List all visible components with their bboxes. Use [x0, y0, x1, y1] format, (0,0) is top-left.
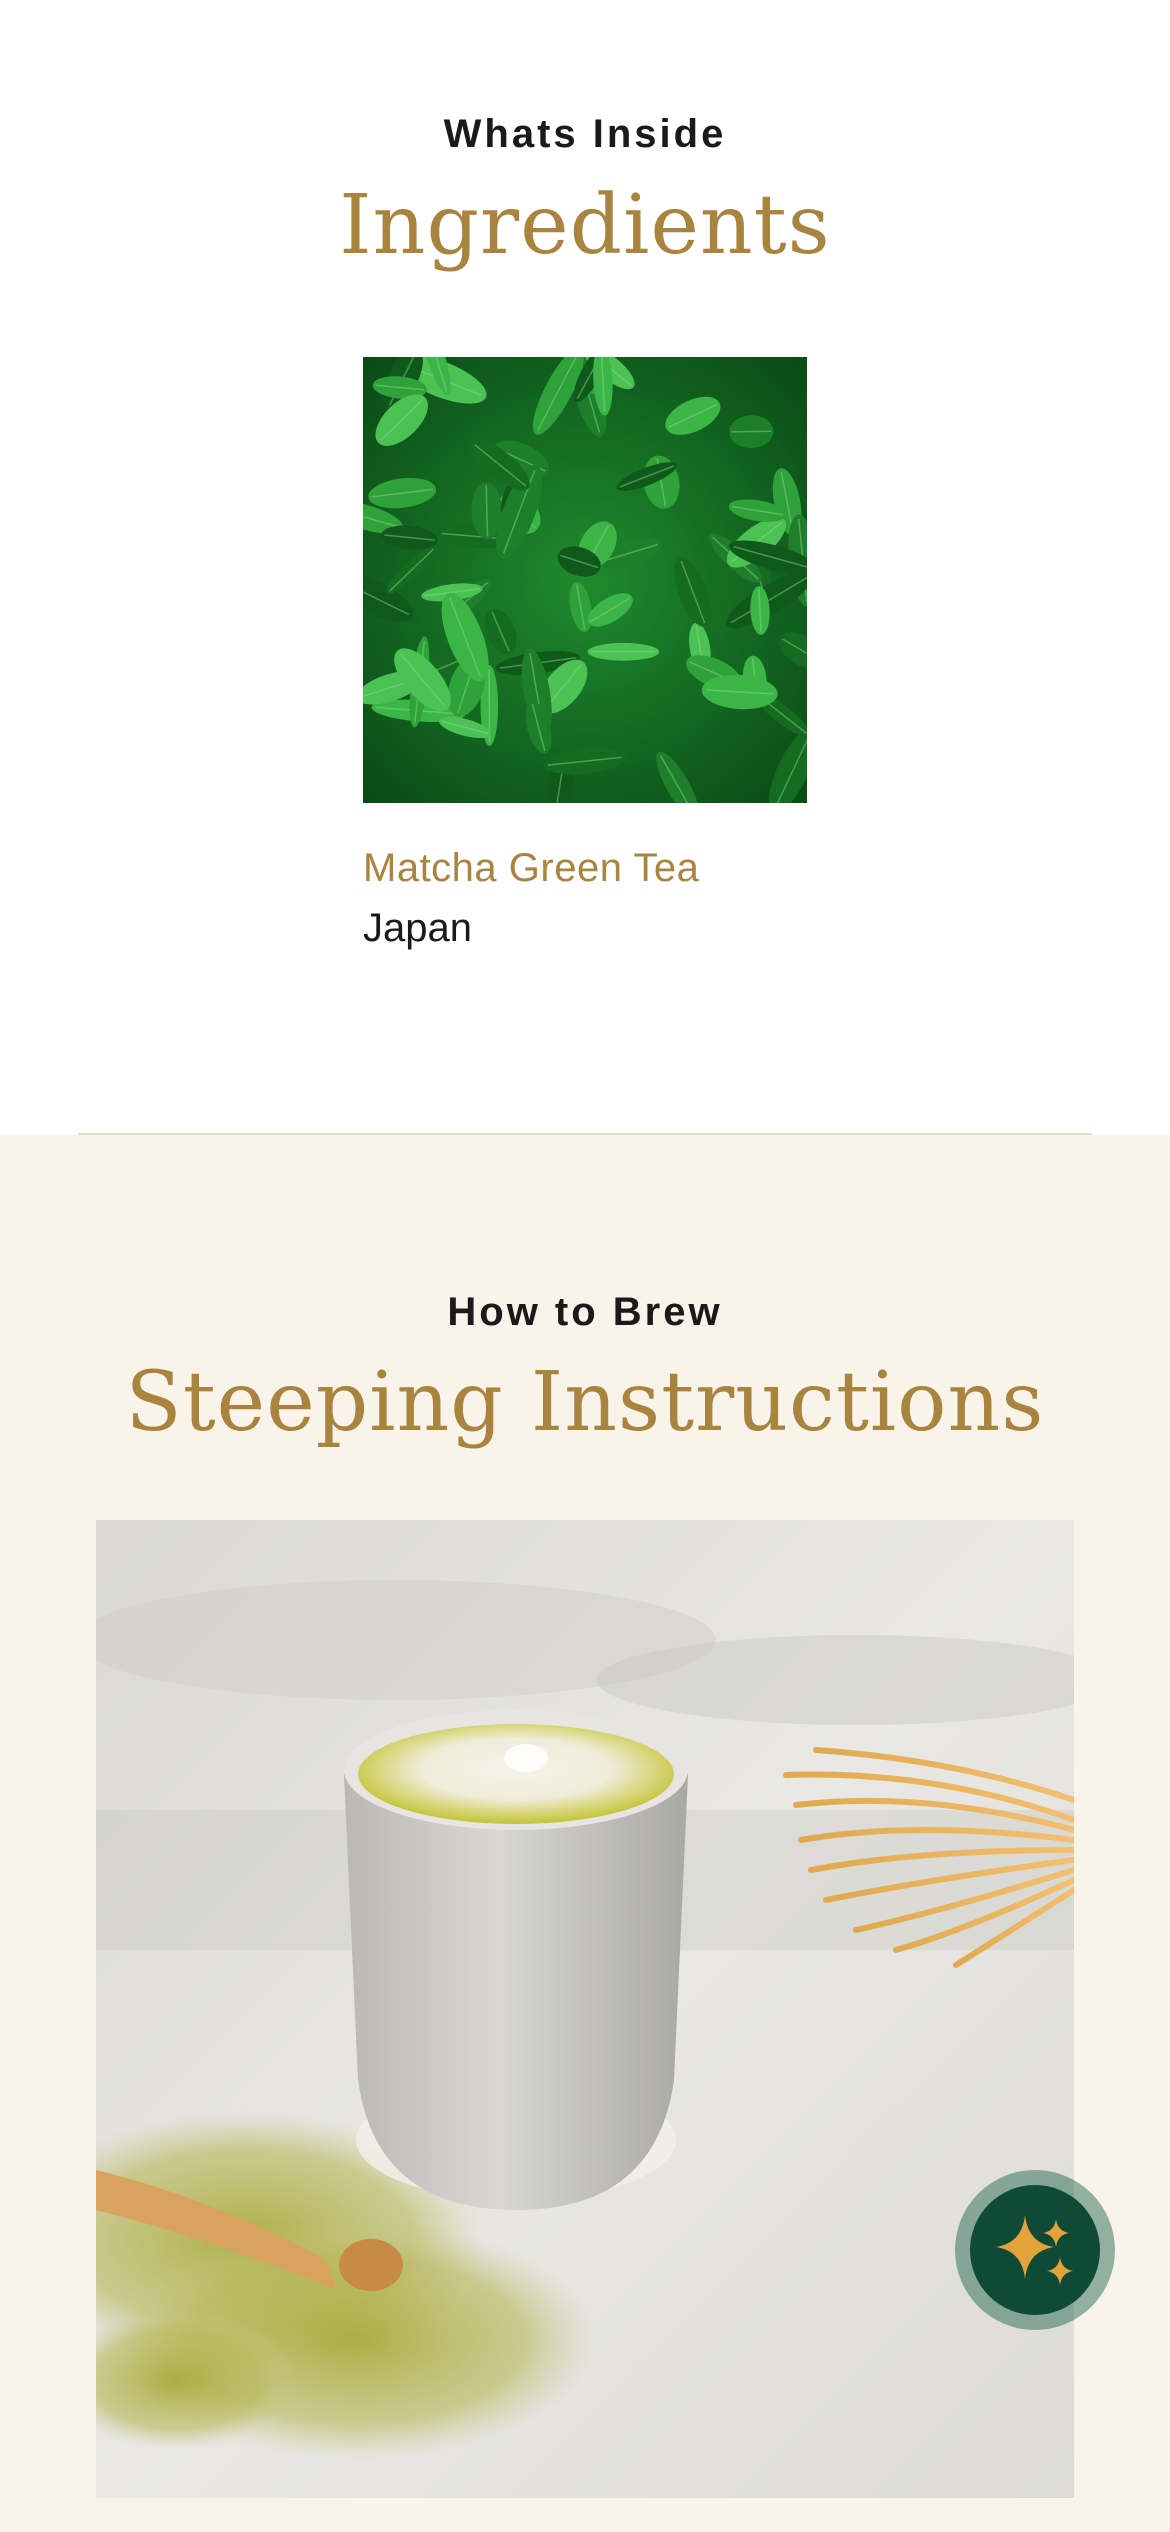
ingredients-section: Whats Inside Ingredients Matcha Green Te…: [0, 0, 1170, 1134]
ingredient-origin: Japan: [363, 906, 472, 950]
matcha-latte-image: [96, 1520, 1074, 2498]
ingredient-name: Matcha Green Tea: [363, 846, 700, 890]
ingredients-title: Ingredients: [339, 178, 831, 273]
matcha-leaves-illustration: [363, 357, 807, 803]
brew-eyebrow: How to Brew: [447, 1290, 723, 1334]
leaf-vein: [731, 430, 772, 433]
sparkles-icon: [996, 2215, 1073, 2285]
matcha-leaves-image: [363, 357, 807, 803]
matcha-latte-illustration: [96, 1520, 1074, 2498]
assistant-fab-inner[interactable]: [970, 2185, 1100, 2315]
assistant-fab[interactable]: [955, 2170, 1115, 2330]
ingredients-eyebrow: Whats Inside: [443, 112, 727, 156]
brew-title: Steeping Instructions: [125, 1355, 1045, 1450]
